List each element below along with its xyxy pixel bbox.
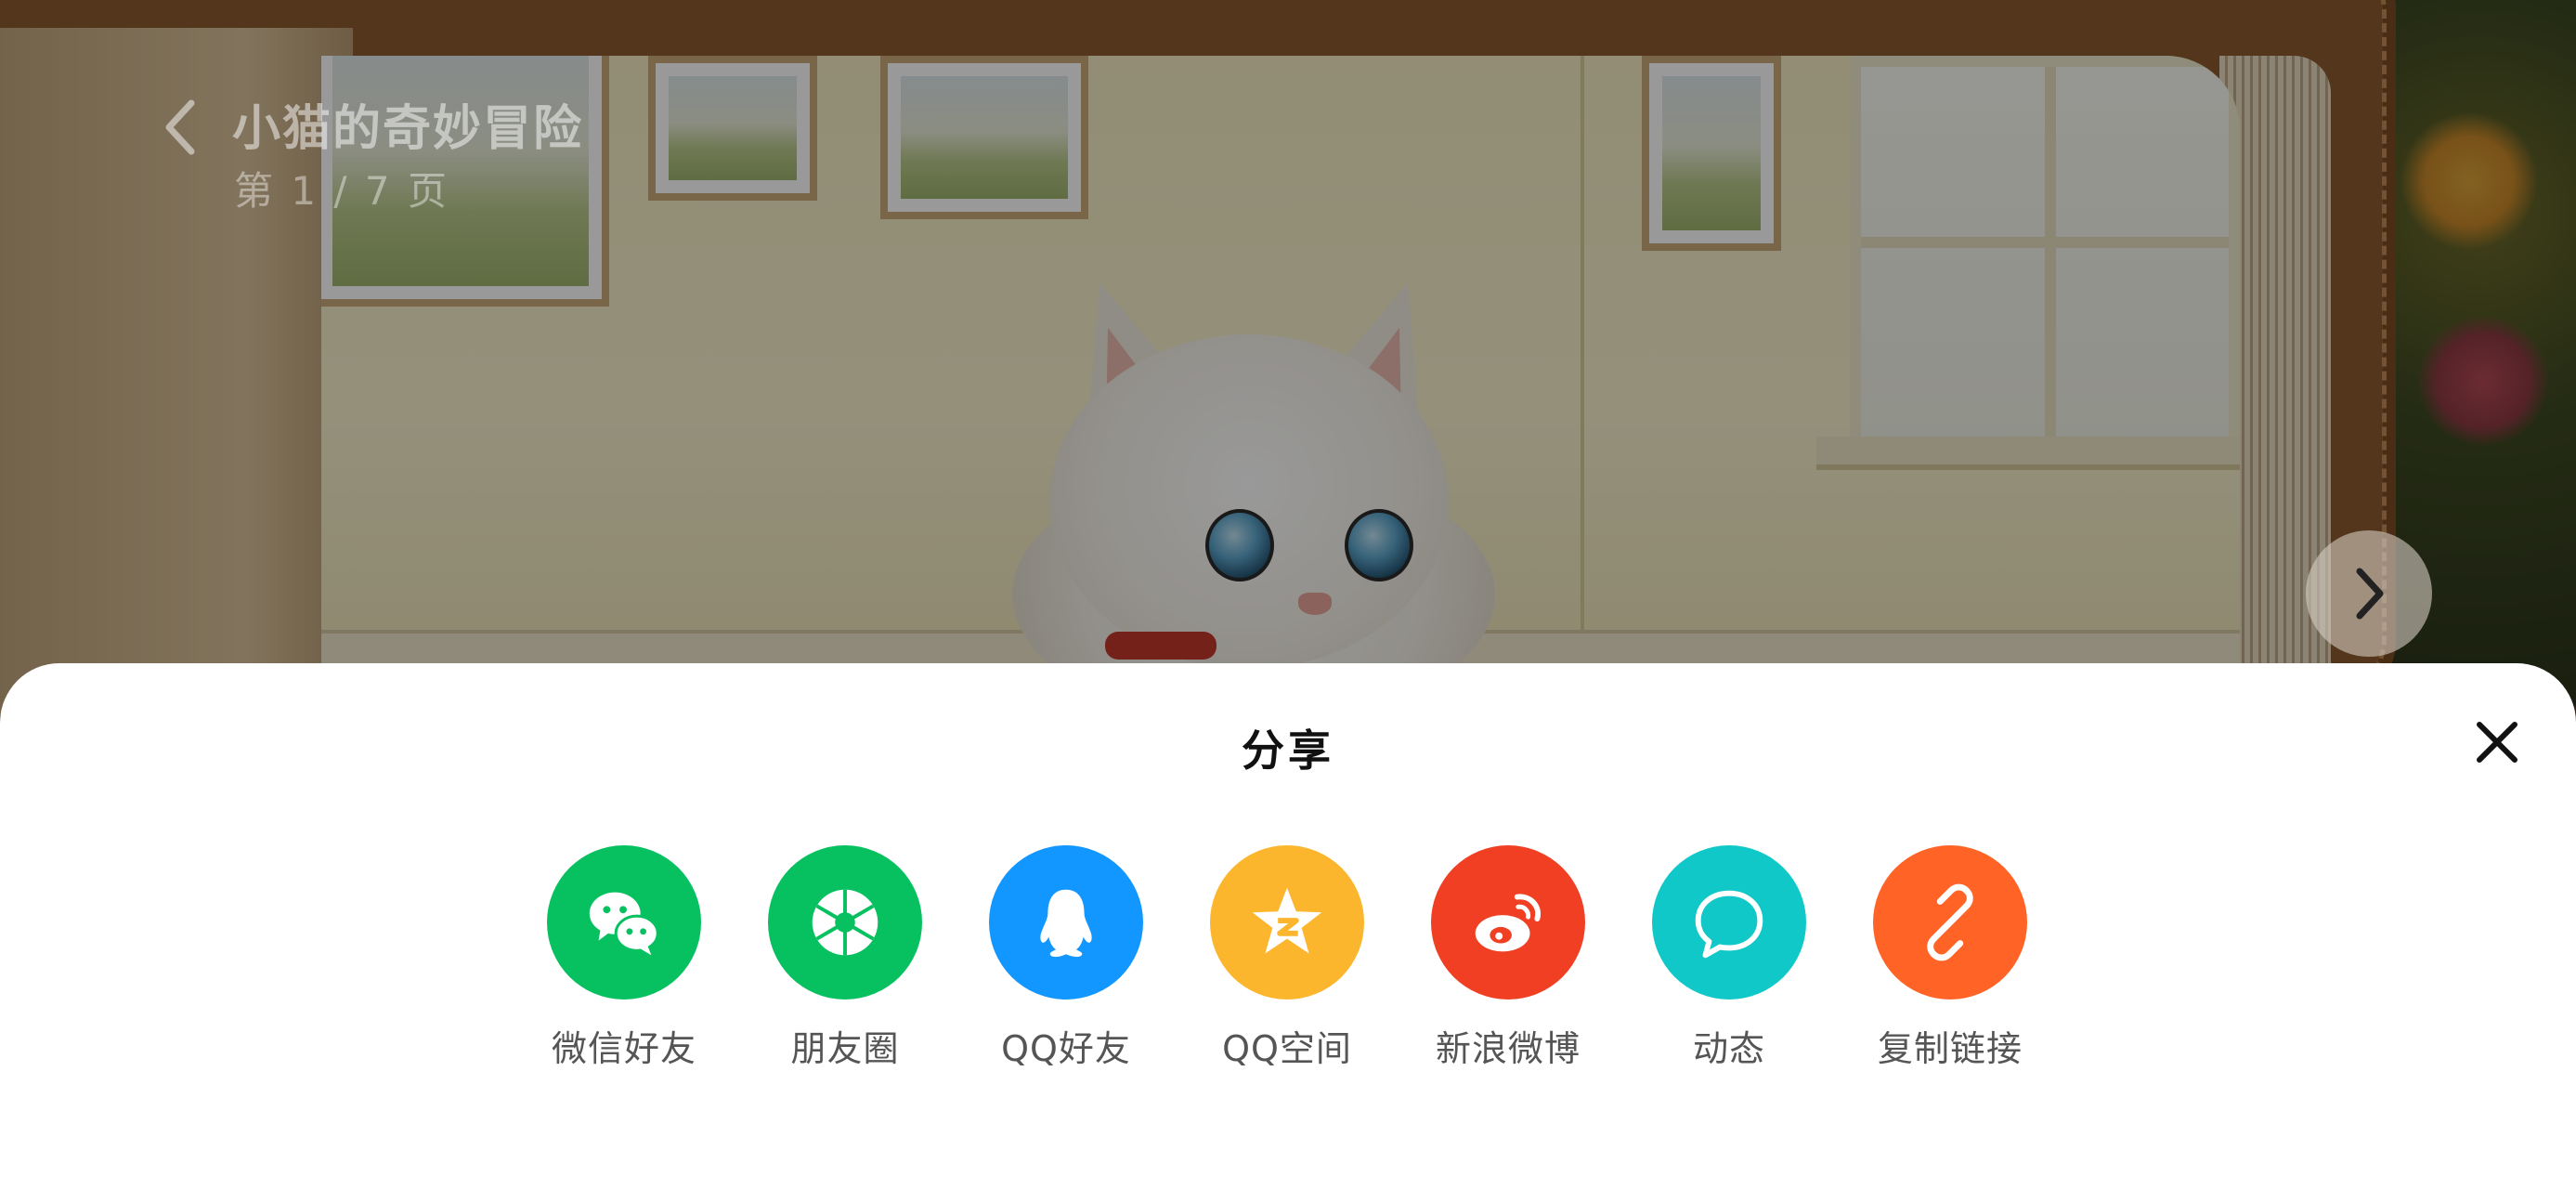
weibo-icon — [1475, 894, 1542, 952]
qzone-icon — [1252, 887, 1322, 954]
moments-icon — [812, 889, 878, 956]
share-qq-circle — [989, 845, 1143, 1000]
page-indicator: 第 1 / 7 页 — [234, 168, 449, 214]
share-qq-friends[interactable]: QQ好友 — [956, 845, 1177, 1087]
share-qzone[interactable]: QQ空间 — [1177, 845, 1398, 1087]
link-icon — [1927, 883, 1973, 961]
share-dynamic[interactable]: 动态 — [1619, 845, 1840, 1087]
qq-icon — [1040, 889, 1092, 958]
share-wechat-friends[interactable]: 微信好友 — [514, 845, 735, 1087]
share-dynamic-circle — [1652, 845, 1806, 1000]
share-label: 动态 — [1692, 1028, 1765, 1069]
share-label: 微信好友 — [551, 1028, 696, 1069]
share-sheet-title: 分享 — [1242, 725, 1334, 776]
close-button[interactable] — [2468, 713, 2526, 771]
chevron-left-icon — [165, 99, 195, 155]
back-button[interactable] — [150, 87, 210, 167]
share-sheet: 分享 微信好友 朋友圈 QQ好友 QQ空间 新浪微博 动态 复制链接 — [0, 663, 2576, 1189]
share-label: 复制链接 — [1877, 1028, 2023, 1069]
share-copy-link-circle — [1873, 845, 2027, 1000]
share-label: QQ好友 — [1001, 1028, 1131, 1069]
share-copy-link[interactable]: 复制链接 — [1840, 845, 2061, 1087]
share-moments-circle — [768, 845, 922, 1000]
book-title: 小猫的奇妙冒险 — [232, 101, 584, 157]
share-qzone-circle — [1210, 845, 1364, 1000]
chat-bubble-icon — [1695, 890, 1763, 959]
share-wechat-circle — [547, 845, 701, 1000]
share-moments[interactable]: 朋友圈 — [735, 845, 956, 1087]
next-page-button[interactable] — [2306, 530, 2432, 657]
share-label: QQ空间 — [1222, 1028, 1352, 1069]
chevron-right-icon — [2356, 568, 2384, 620]
share-weibo[interactable]: 新浪微博 — [1398, 845, 1619, 1087]
share-label: 朋友圈 — [790, 1028, 900, 1069]
share-options: 微信好友 朋友圈 QQ好友 QQ空间 新浪微博 动态 复制链接 — [514, 845, 2083, 1087]
share-weibo-circle — [1431, 845, 1585, 1000]
share-label: 新浪微博 — [1435, 1028, 1581, 1069]
close-icon — [2477, 722, 2517, 763]
wechat-icon — [589, 892, 659, 956]
